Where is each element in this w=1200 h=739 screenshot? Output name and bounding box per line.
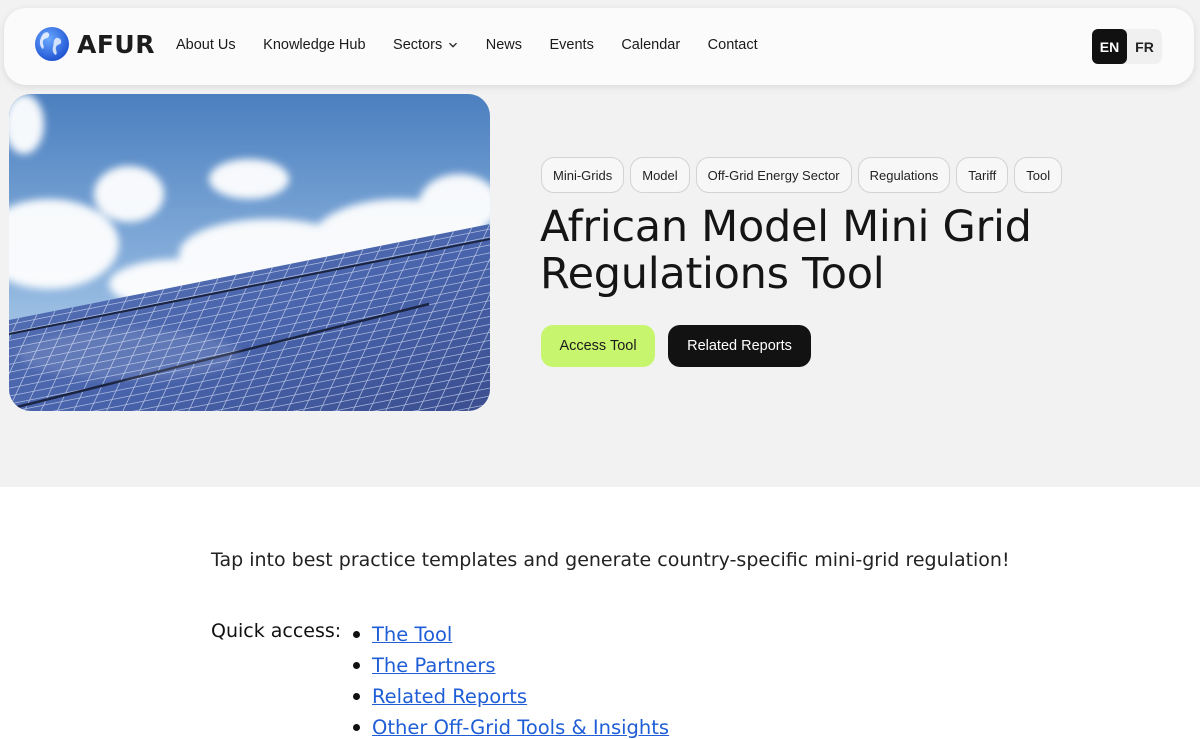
logo-text: AFUR	[77, 29, 155, 59]
language-switcher: EN FR	[1092, 29, 1162, 64]
link-other-off-grid-tools[interactable]: Other Off-Grid Tools & Insights	[372, 716, 669, 739]
globe-logo-icon	[35, 27, 69, 61]
link-the-tool[interactable]: The Tool	[372, 623, 452, 646]
solar-panel-illustration	[9, 94, 490, 411]
tag-tariff[interactable]: Tariff	[956, 157, 1009, 193]
tag-mini-grids[interactable]: Mini-Grids	[541, 157, 625, 193]
list-item: Related Reports	[353, 681, 669, 712]
lang-fr-button[interactable]: FR	[1127, 29, 1162, 64]
list-item: Other Off-Grid Tools & Insights	[353, 712, 669, 739]
bullet-icon	[353, 631, 360, 638]
top-navbar: AFUR About Us Knowledge Hub Sectors News…	[4, 8, 1194, 85]
tag-tool[interactable]: Tool	[1014, 157, 1063, 193]
list-item: The Partners	[353, 650, 669, 681]
quick-access-label: Quick access:	[211, 620, 342, 642]
intro-text: Tap into best practice templates and gen…	[211, 549, 1010, 571]
bullet-icon	[353, 662, 360, 669]
nav-sectors[interactable]: Sectors	[393, 37, 458, 53]
list-item: The Tool	[353, 619, 669, 650]
access-tool-button[interactable]: Access Tool	[541, 325, 655, 367]
logo[interactable]: AFUR	[34, 26, 155, 62]
nav-news[interactable]: News	[486, 37, 522, 53]
main-nav: About Us Knowledge Hub Sectors News Even…	[176, 37, 785, 53]
lang-en-button[interactable]: EN	[1092, 29, 1127, 64]
hero-solar-panel-image	[9, 94, 490, 411]
tag-regulations[interactable]: Regulations	[857, 157, 951, 193]
nav-contact[interactable]: Contact	[708, 37, 758, 53]
related-reports-button[interactable]: Related Reports	[668, 325, 811, 367]
link-related-reports[interactable]: Related Reports	[372, 685, 527, 708]
nav-sectors-label: Sectors	[393, 37, 443, 53]
quick-access-list: The Tool The Partners Related Reports Ot…	[353, 619, 669, 739]
page-title: African Model Mini Grid Regulations Tool	[540, 202, 1032, 299]
tag-list: Mini-Grids Model Off-Grid Energy Sector …	[541, 157, 1068, 193]
chevron-down-icon	[449, 42, 458, 48]
nav-knowledge-hub[interactable]: Knowledge Hub	[263, 37, 365, 53]
bullet-icon	[353, 724, 360, 731]
link-the-partners[interactable]: The Partners	[372, 654, 496, 677]
nav-calendar[interactable]: Calendar	[621, 37, 680, 53]
nav-about-us[interactable]: About Us	[176, 37, 236, 53]
bullet-icon	[353, 693, 360, 700]
tag-model[interactable]: Model	[630, 157, 690, 193]
nav-events[interactable]: Events	[549, 37, 593, 53]
tag-off-grid-energy-sector[interactable]: Off-Grid Energy Sector	[695, 157, 852, 193]
